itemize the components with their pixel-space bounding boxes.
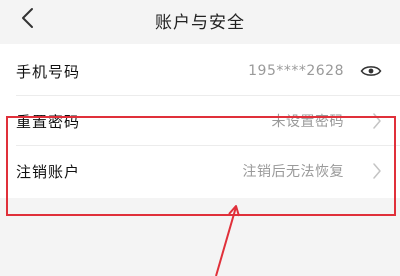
chevron-right-icon (372, 112, 382, 130)
reset-password-label: 重置密码 (16, 112, 81, 131)
phone-value: 195****2628 (248, 63, 344, 79)
page-title: 账户与安全 (155, 13, 245, 33)
settings-row-delete-account[interactable]: 注销账户 注销后无法恢复 (0, 146, 400, 196)
phone-label: 手机号码 (16, 62, 81, 81)
chevron-right-icon (372, 162, 382, 180)
delete-account-value: 注销后无法恢复 (242, 164, 344, 180)
top-bar: 账户与安全 (0, 0, 400, 40)
reset-password-value: 未设置密码 (271, 114, 344, 130)
settings-row-reset-password[interactable]: 重置密码 未设置密码 (0, 96, 400, 146)
settings-row-phone[interactable]: 手机号码 195****2628 (0, 46, 400, 96)
eye-icon[interactable] (360, 63, 382, 79)
delete-account-label: 注销账户 (16, 162, 81, 181)
